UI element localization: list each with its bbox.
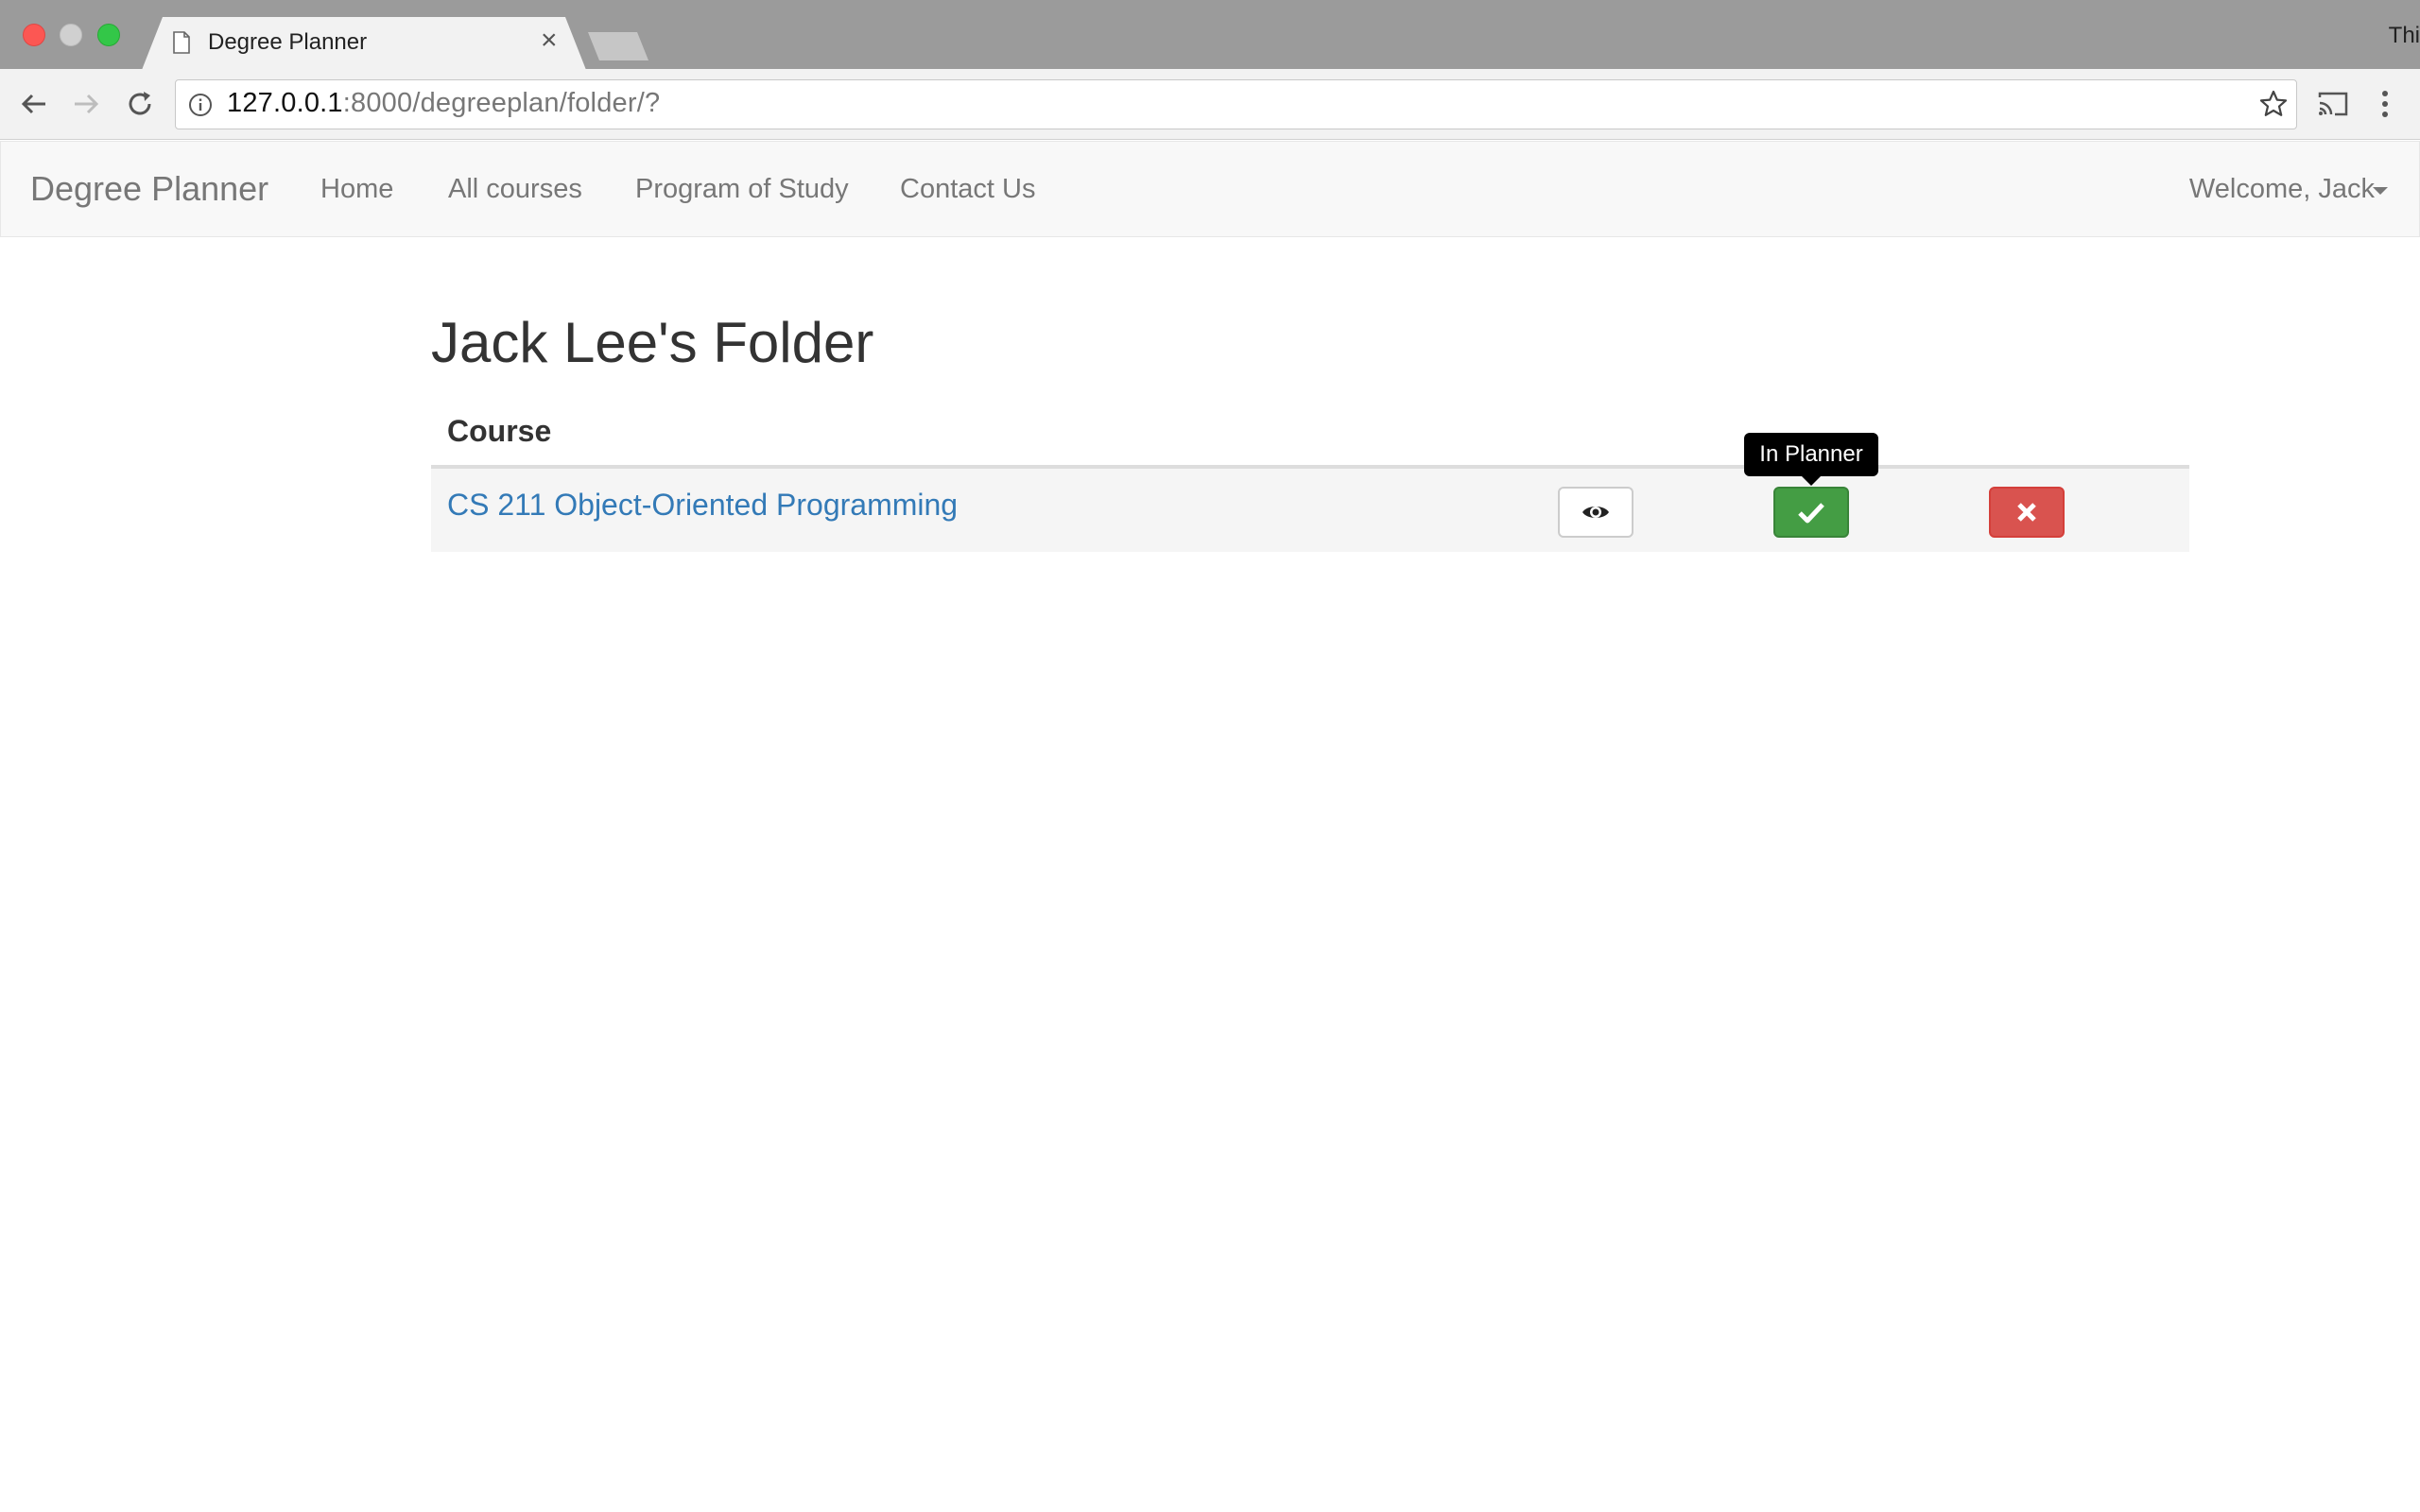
tab-close-icon[interactable]: × — [541, 26, 558, 55]
url-text[interactable]: 127.0.0.1:8000/degreeplan/folder/? — [227, 88, 660, 119]
tooltip-arrow — [1802, 476, 1821, 486]
nav-link-program-of-study[interactable]: Program of Study — [635, 174, 849, 205]
window-zoom-button[interactable] — [97, 24, 120, 46]
caret-down-icon[interactable] — [2373, 187, 2388, 195]
more-vert-icon[interactable] — [2377, 88, 2393, 120]
url-path: :8000/degreeplan/folder/? — [342, 88, 661, 118]
document-icon — [173, 31, 190, 54]
column-header-course: Course — [447, 414, 552, 448]
user-menu-toggle[interactable]: Welcome, Jack — [2189, 174, 2375, 205]
reload-icon[interactable] — [123, 87, 157, 121]
in-planner-tooltip: In Planner — [1744, 433, 1878, 476]
view-course-button[interactable] — [1558, 487, 1634, 538]
nav-link-contact-us[interactable]: Contact Us — [900, 174, 1035, 205]
info-icon[interactable] — [187, 92, 214, 118]
page-title: Jack Lee's Folder — [431, 311, 874, 374]
navbar-brand[interactable]: Degree Planner — [30, 169, 268, 209]
star-icon[interactable] — [2258, 89, 2289, 119]
window-close-button[interactable] — [23, 24, 45, 46]
in-planner-button[interactable] — [1773, 487, 1849, 538]
eye-icon — [1582, 507, 1609, 518]
url-host: 127.0.0.1 — [227, 88, 343, 118]
tab-title: Degree Planner — [208, 29, 368, 55]
check-icon — [1798, 503, 1824, 524]
window-minimize-button[interactable] — [60, 24, 82, 46]
table-row: CS 211 Object-Oriented Programming — [431, 469, 2189, 552]
remove-icon — [2017, 503, 2036, 522]
forward-arrow-icon[interactable] — [69, 87, 103, 121]
course-link[interactable]: CS 211 Object-Oriented Programming — [447, 488, 958, 523]
cast-icon[interactable] — [2316, 90, 2350, 118]
profile-label[interactable]: Thi — [2389, 23, 2420, 49]
back-arrow-icon[interactable] — [17, 87, 51, 121]
remove-course-button[interactable] — [1989, 487, 2065, 538]
nav-link-all-courses[interactable]: All courses — [448, 174, 582, 205]
nav-link-home[interactable]: Home — [320, 174, 393, 205]
